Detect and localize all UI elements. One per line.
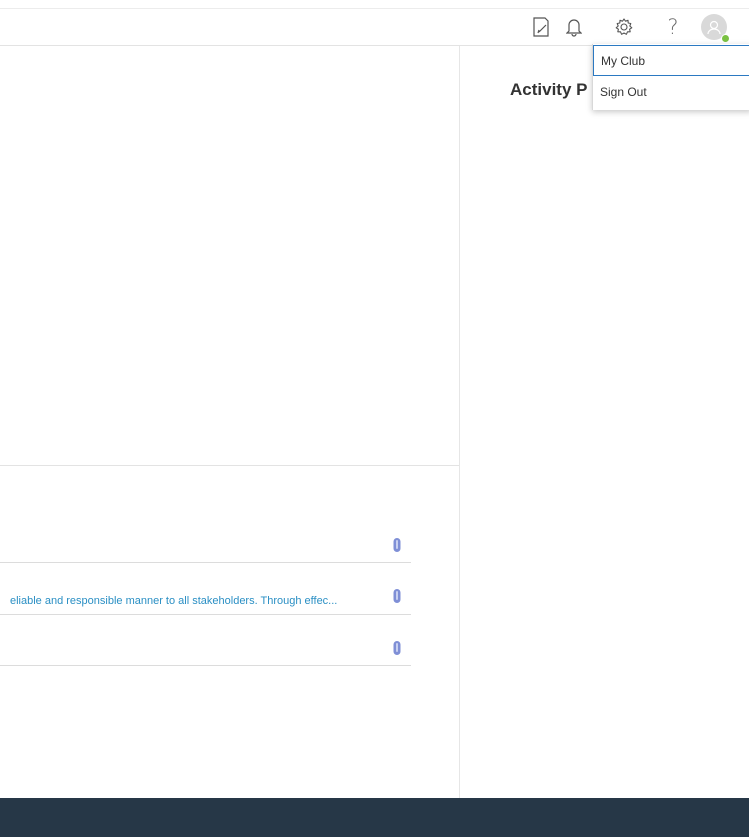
help-label: ?: [667, 14, 679, 39]
top-bar: ?: [0, 0, 749, 46]
gear-icon[interactable]: [613, 15, 635, 39]
bell-icon[interactable]: [563, 15, 585, 39]
menu-item-my-club[interactable]: My Club: [593, 45, 749, 76]
activity-panel-title: Activity P: [510, 80, 588, 99]
top-rule: [0, 8, 749, 9]
paperclip-icon[interactable]: [392, 537, 402, 553]
attachment-row-text[interactable]: eliable and responsible manner to all st…: [10, 595, 380, 607]
attachment-row[interactable]: eliable and responsible manner to all st…: [0, 567, 411, 615]
section-divider: [0, 465, 459, 466]
attachment-row[interactable]: [0, 618, 411, 666]
user-avatar[interactable]: [701, 14, 730, 43]
footer-bar: [0, 798, 749, 837]
online-status-dot: [721, 34, 730, 43]
paperclip-icon[interactable]: [392, 588, 402, 604]
panel-divider: [459, 46, 460, 798]
user-menu-dropdown: My Club Sign Out: [592, 44, 749, 110]
paperclip-icon[interactable]: [392, 640, 402, 656]
menu-item-sign-out[interactable]: Sign Out: [593, 77, 749, 108]
attachment-row[interactable]: [0, 515, 411, 563]
notes-icon[interactable]: [530, 15, 552, 39]
help-icon[interactable]: ?: [662, 15, 684, 39]
